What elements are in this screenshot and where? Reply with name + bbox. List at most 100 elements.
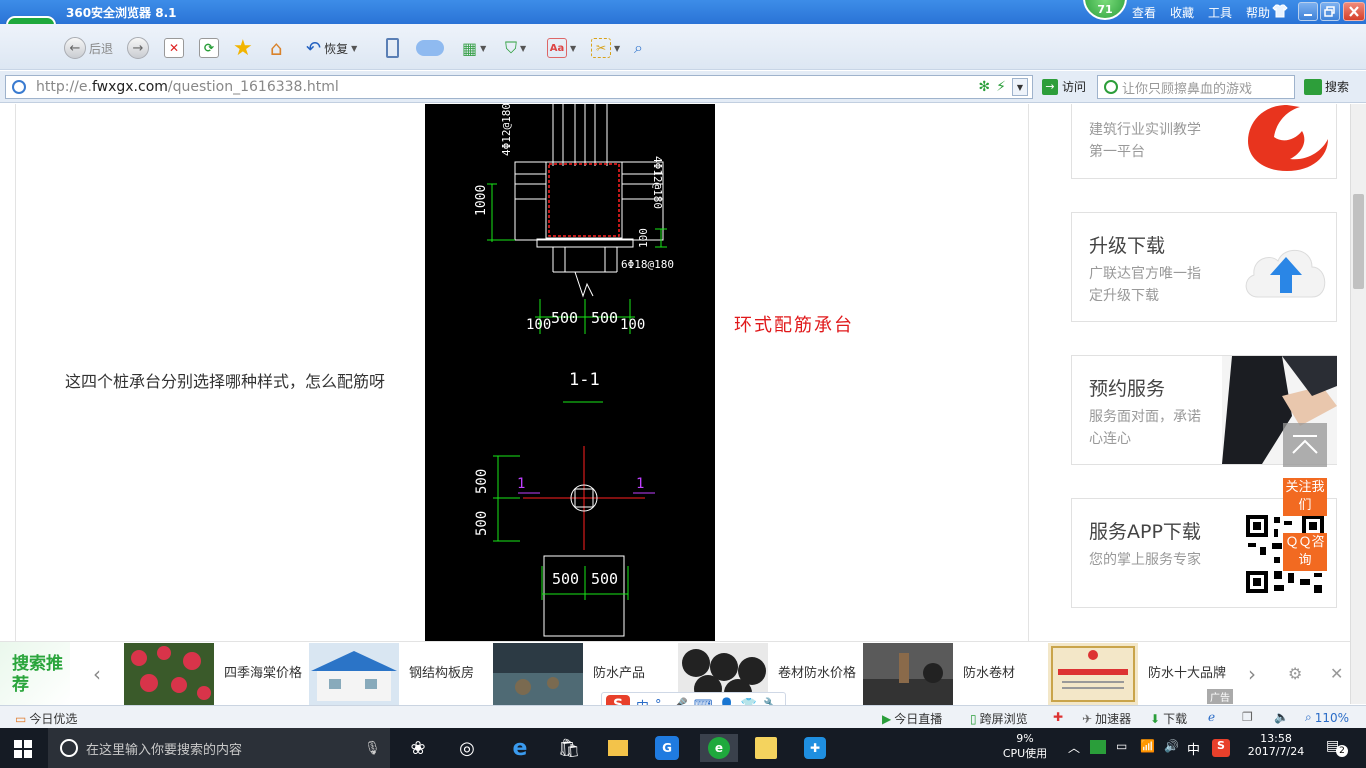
tray-chevron-up-icon[interactable]: ︿ xyxy=(1068,739,1080,756)
edge-icon: e xyxy=(512,735,528,761)
forward-button[interactable]: → xyxy=(127,37,149,59)
store-app[interactable]: 🛍 xyxy=(554,734,584,762)
vertical-scrollbar[interactable] xyxy=(1350,104,1366,704)
recommend-item[interactable]: 钢结构板房 xyxy=(309,643,494,705)
favorite-button[interactable]: ★ xyxy=(233,36,253,61)
url-dropdown-icon[interactable]: ▼ xyxy=(1012,78,1028,96)
cad-label-a: 4Φ12@180 xyxy=(500,104,513,156)
ime-indicator[interactable]: 中 xyxy=(1187,739,1200,758)
card-upgrade-download[interactable]: 升级下载 广联达官方唯一指定升级下载 xyxy=(1071,212,1337,322)
speaker-icon[interactable]: 🔊 xyxy=(1164,739,1179,753)
undo-icon: ↶ xyxy=(306,37,322,59)
status-bar: ▭ 今日优选 ▶ 今日直播 ▯ 跨屏浏览 ✚ ✈ 加速器 ⬇ 下载 ℯ ❐ 🔈 … xyxy=(0,705,1366,728)
follow-us-button[interactable]: 关注我们 xyxy=(1283,478,1327,516)
search-input[interactable]: 让你只顾擦鼻血的游戏 xyxy=(1097,75,1295,99)
taskview-app[interactable]: ❀ xyxy=(403,734,433,762)
window-title: 360安全浏览器 8.1 xyxy=(66,6,177,20)
close-icon[interactable]: ✕ xyxy=(1330,664,1343,683)
visit-button[interactable]: → 访问 xyxy=(1042,78,1086,95)
phone-button[interactable] xyxy=(386,37,399,59)
cad-drawing[interactable]: 4Φ12@180 4Φ12@180 1000 100 6Φ18@180 100 … xyxy=(425,104,715,641)
glodon-icon: G xyxy=(655,736,679,760)
download[interactable]: ⬇ 下载 xyxy=(1150,710,1187,727)
cpu-usage[interactable]: 9% CPU使用 xyxy=(1000,732,1050,761)
today-picks[interactable]: ▭ 今日优选 xyxy=(15,710,77,727)
close-button[interactable] xyxy=(1343,2,1365,21)
cad-dim-100: 100 xyxy=(637,228,650,248)
tool-app[interactable]: ✚ xyxy=(800,734,830,762)
play-icon: ▶ xyxy=(882,711,892,726)
cad-dim-bottom-2: 500 xyxy=(551,309,578,327)
card-training[interactable]: 建筑行业实训教学第一平台 xyxy=(1071,104,1337,179)
restore-button[interactable]: ↶ 恢复 ▼ xyxy=(306,37,357,59)
url-field[interactable]: http://e.fwxgx.com/question_1616338.html… xyxy=(5,75,1033,99)
taskbar-search[interactable]: 在这里输入你要搜索的内容 🎙 xyxy=(48,728,390,768)
chevron-left-icon[interactable]: ‹ xyxy=(93,662,101,686)
360-browser-app[interactable]: e xyxy=(700,734,738,762)
zoom-button[interactable]: ⌕ xyxy=(634,37,643,59)
windows-start-icon[interactable] xyxy=(14,740,32,758)
recommend-item-label: 防水卷材 xyxy=(963,666,1016,681)
explorer-app[interactable] xyxy=(603,734,633,762)
apps-button[interactable]: ▦ ▼ xyxy=(462,37,486,59)
payment-button[interactable]: ⛉ ▼ xyxy=(505,37,526,59)
recommend-item[interactable]: 四季海棠价格 xyxy=(124,643,309,705)
recommend-item-label: 四季海棠价格 xyxy=(224,666,303,681)
address-bar: http://e.fwxgx.com/question_1616338.html… xyxy=(0,71,1366,103)
refresh-button[interactable]: ⟳ xyxy=(199,37,219,59)
wifi-icon[interactable]: 📶 xyxy=(1140,739,1155,753)
score-badge[interactable]: 71 xyxy=(1083,0,1127,20)
ie-mode[interactable]: ℯ xyxy=(1208,710,1215,724)
menu-tools[interactable]: 工具 xyxy=(1208,4,1232,21)
browser-app[interactable]: ◎ xyxy=(452,734,482,762)
url-text: http://e.fwxgx.com/question_1616338.html xyxy=(36,79,339,95)
battery-icon[interactable]: ▭ xyxy=(1116,739,1127,753)
home-button[interactable]: ⌂ xyxy=(270,36,283,60)
today-live[interactable]: ▶ 今日直播 xyxy=(882,710,942,727)
edge-app[interactable]: e xyxy=(505,734,535,762)
cad-plan-bottom-1: 500 xyxy=(552,570,579,588)
notification-count: 2 xyxy=(1336,745,1348,757)
clock[interactable]: 13:58 2017/7/24 xyxy=(1245,732,1307,758)
search-button[interactable]: 搜索 xyxy=(1304,78,1349,95)
scrollbar-thumb[interactable] xyxy=(1353,194,1364,289)
microphone-icon[interactable]: 🎙 xyxy=(364,741,381,756)
back-button[interactable]: ← 后退 xyxy=(64,37,113,59)
skin-icon[interactable] xyxy=(1272,4,1288,18)
qq-consult-button[interactable]: ＱＱ咨询 xyxy=(1283,533,1327,571)
translate-button[interactable]: Aa ▼ xyxy=(547,37,576,59)
restore-label: 恢复 xyxy=(324,41,349,56)
zoom-level[interactable]: ⌕ 110% xyxy=(1305,710,1349,725)
stop-button[interactable]: ✕ xyxy=(164,37,184,59)
menu-help[interactable]: 帮助 xyxy=(1246,4,1270,21)
recommend-item[interactable]: 防水卷材 xyxy=(863,643,1048,705)
notes-app[interactable] xyxy=(751,734,781,762)
recommend-item[interactable]: 防水十大品牌 xyxy=(1048,643,1233,705)
menu-view[interactable]: 查看 xyxy=(1132,4,1156,21)
chevron-down-icon: ▼ xyxy=(570,43,577,53)
cloud-button[interactable] xyxy=(416,37,444,59)
window-list[interactable]: ❐ xyxy=(1242,710,1253,724)
gear-icon[interactable]: ⚙ xyxy=(1288,664,1302,683)
ad-label: 广告 xyxy=(1207,689,1233,704)
menu-favorites[interactable]: 收藏 xyxy=(1170,4,1194,21)
nvidia-icon[interactable] xyxy=(1090,740,1106,754)
maximize-button[interactable] xyxy=(1320,2,1340,21)
screenshot-button[interactable]: ✂ ▼ xyxy=(591,37,620,59)
go-arrow-icon: → xyxy=(1042,78,1058,95)
chevron-right-icon[interactable]: › xyxy=(1248,662,1256,686)
lightning-icon[interactable]: ⚡ xyxy=(996,79,1006,95)
glodon-app[interactable]: G xyxy=(652,734,682,762)
back-to-top-button[interactable] xyxy=(1283,423,1327,467)
accelerator-label: 加速器 xyxy=(1095,712,1132,726)
volume[interactable]: 🔈 xyxy=(1274,710,1289,724)
health-button[interactable]: ✚ xyxy=(1053,710,1063,724)
divider xyxy=(1028,104,1029,641)
loading-icon[interactable]: ✻ xyxy=(978,79,990,95)
minimize-button[interactable] xyxy=(1298,2,1318,21)
sogou-tray-icon[interactable]: S xyxy=(1212,739,1230,757)
cloud-upload-icon xyxy=(1245,249,1326,298)
cross-screen[interactable]: ▯ 跨屏浏览 xyxy=(970,710,1028,727)
today-picks-label: 今日优选 xyxy=(29,712,78,726)
accelerator[interactable]: ✈ 加速器 xyxy=(1082,710,1131,727)
